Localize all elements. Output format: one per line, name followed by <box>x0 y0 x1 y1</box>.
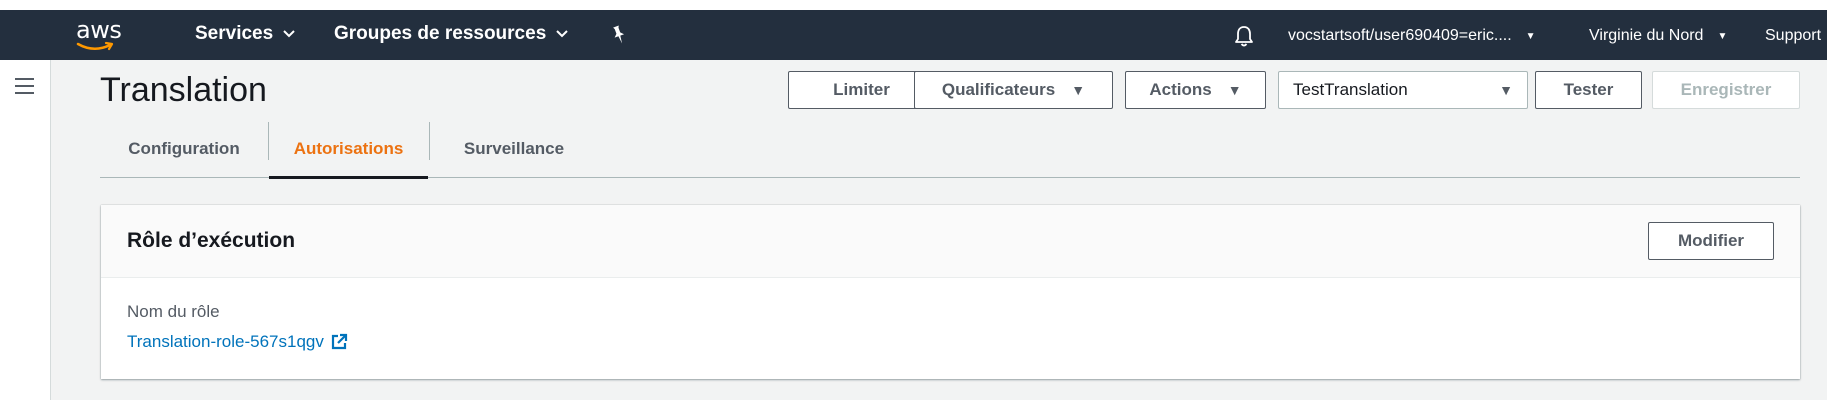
pin-icon[interactable] <box>608 24 630 46</box>
execution-role-panel: Rôle d’exécution Modifier Nom du rôle Tr… <box>101 205 1800 379</box>
services-label: Services <box>195 23 274 44</box>
aws-logo-text: aws <box>76 16 122 44</box>
bell-icon[interactable] <box>1233 24 1255 48</box>
support-label: Support <box>1765 27 1822 44</box>
caret-down-icon: ▼ <box>1525 30 1536 42</box>
role-name-link[interactable]: Translation-role-567s1qgv <box>127 332 348 352</box>
chevron-down-icon <box>556 30 568 38</box>
resource-groups-menu[interactable]: Groupes de ressources <box>334 23 568 45</box>
account-label: vocstartsoft/user690409=eric.... <box>1288 27 1512 44</box>
panel-title: Rôle d’exécution <box>127 229 296 252</box>
test-event-value: TestTranslation <box>1293 80 1408 99</box>
tab-monitoring[interactable]: Surveillance <box>430 120 598 178</box>
tab-label: Autorisations <box>293 139 404 158</box>
browser-top-strip <box>0 0 1827 10</box>
qualifiers-dropdown[interactable]: Qualificateurs ▼ <box>914 71 1113 109</box>
aws-top-navbar: aws Services Groupes de ressources vocst… <box>0 10 1827 60</box>
region-label: Virginie du Nord <box>1589 27 1704 44</box>
limit-button[interactable]: Limiter <box>788 71 935 109</box>
tab-label: Surveillance <box>463 139 565 158</box>
side-navigation <box>0 60 51 400</box>
chevron-down-icon <box>283 30 295 38</box>
external-link-icon <box>331 333 347 350</box>
test-button[interactable]: Tester <box>1535 71 1642 109</box>
qualifiers-label: Qualificateurs <box>941 80 1056 99</box>
role-name-label: Nom du rôle <box>127 302 220 321</box>
menu-icon[interactable] <box>15 78 34 94</box>
role-name-value: Translation-role-567s1qgv <box>127 332 324 351</box>
tab-permissions[interactable]: Autorisations <box>269 120 428 179</box>
page-title: Translation <box>100 71 267 109</box>
caret-down-icon: ▼ <box>1071 82 1086 98</box>
modify-button-label: Modifier <box>1677 231 1745 250</box>
limit-button-label: Limiter <box>833 80 890 99</box>
actions-dropdown[interactable]: Actions ▼ <box>1125 71 1266 109</box>
function-tabs: Configuration Autorisations Surveillance <box>100 120 1800 179</box>
tab-label: Configuration <box>128 139 240 158</box>
panel-header: Rôle d’exécution Modifier <box>101 205 1800 278</box>
save-button[interactable]: Enregistrer <box>1652 71 1800 109</box>
caret-down-icon: ▼ <box>1227 82 1242 98</box>
save-button-label: Enregistrer <box>1680 80 1772 99</box>
caret-down-icon: ▼ <box>1717 30 1728 42</box>
tab-configuration[interactable]: Configuration <box>100 120 268 178</box>
services-menu[interactable]: Services <box>195 23 295 45</box>
resource-groups-label: Groupes de ressources <box>334 23 547 44</box>
aws-logo[interactable]: aws <box>74 16 130 56</box>
account-menu[interactable]: vocstartsoft/user690409=eric.... ▼ <box>1288 27 1536 45</box>
region-menu[interactable]: Virginie du Nord ▼ <box>1589 27 1727 45</box>
caret-down-icon: ▼ <box>1499 82 1513 98</box>
actions-label: Actions <box>1149 80 1212 99</box>
modify-button[interactable]: Modifier <box>1648 222 1774 260</box>
test-button-label: Tester <box>1563 80 1614 99</box>
test-event-select[interactable]: TestTranslation ▼ <box>1278 71 1528 109</box>
aws-smile-icon <box>76 41 114 51</box>
support-menu[interactable]: Support <box>1765 27 1821 45</box>
